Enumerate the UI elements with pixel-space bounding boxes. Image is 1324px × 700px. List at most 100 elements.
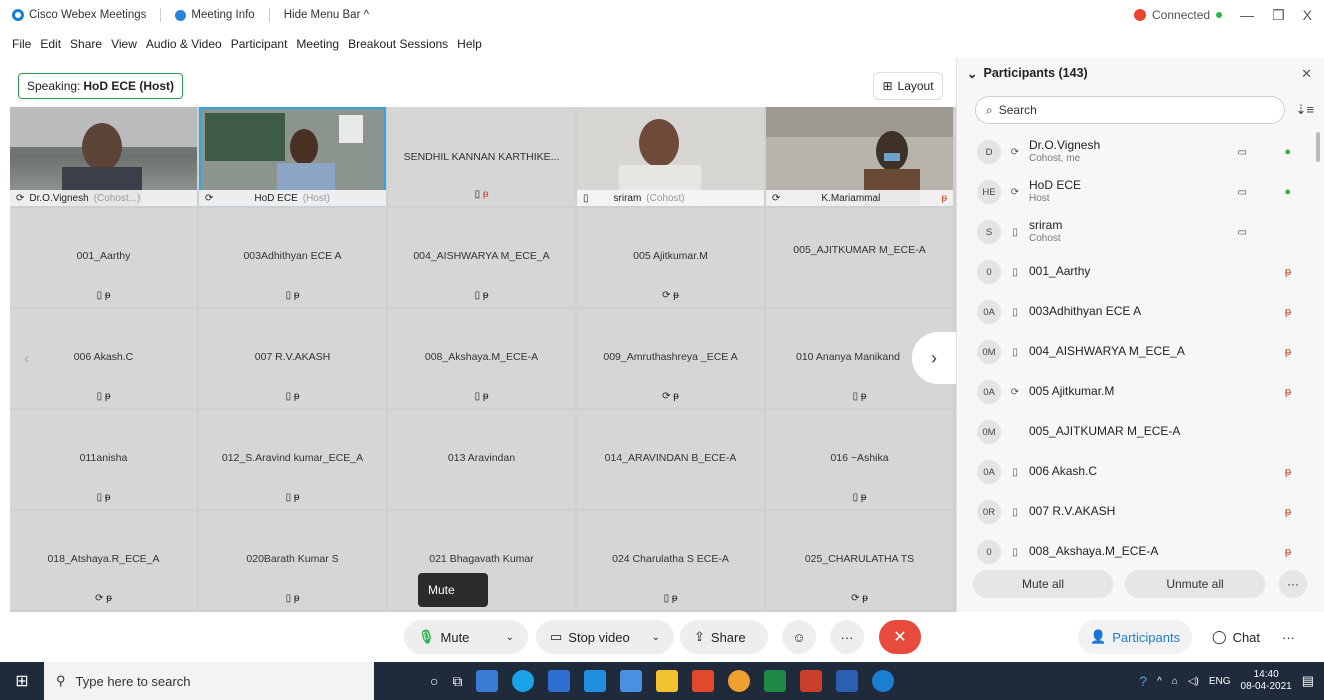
tile-participant[interactable]: 012_S.Aravind kumar_ECE_A ▯ ᵽ: [199, 410, 386, 509]
chevron-up-icon[interactable]: ^: [1157, 676, 1162, 687]
panel-more-button[interactable]: ···: [1279, 570, 1307, 598]
volume-icon[interactable]: ◁): [1188, 676, 1199, 687]
participant-row[interactable]: 0 ▯ 008_Akshaya.M_ECE-A ᵽ: [957, 532, 1317, 572]
tile-participant[interactable]: 007 R.V.AKASH ▯ ᵽ: [199, 309, 386, 408]
office-icon[interactable]: [692, 670, 715, 692]
end-meeting-button[interactable]: ✕: [879, 620, 921, 654]
participant-row[interactable]: 0R ▯ 007 R.V.AKASH ᵽ: [957, 492, 1317, 532]
tile-participant[interactable]: 020Barath Kumar S ▯ ᵽ: [199, 511, 386, 610]
tile-participant[interactable]: 003Adhithyan ECE A ▯ ᵽ: [199, 208, 386, 307]
more-options-button[interactable]: ···: [830, 620, 864, 654]
help-icon[interactable]: ?: [1139, 673, 1147, 689]
tile-participant[interactable]: 024 Charulatha S ECE-A ▯ ᵽ: [577, 511, 764, 610]
tile-sendhil[interactable]: SENDHIL KANNAN KARTHIKE... ▯ ᵽ: [388, 107, 575, 206]
tile-participant[interactable]: 011anisha ▯ ᵽ: [10, 410, 197, 509]
tile-participant[interactable]: 005 Ajitkumar.M ⟳ ᵽ: [577, 208, 764, 307]
video-tile-hod-ece[interactable]: ⟳ HoD ECE (Host): [199, 107, 386, 206]
close-button[interactable]: X: [1303, 7, 1312, 23]
excel-icon[interactable]: [764, 670, 787, 692]
video-tile-mariammal[interactable]: ⟳ K.Mariammal ᵽ: [766, 107, 953, 206]
participant-row[interactable]: 0M ▯ 004_AISHWARYA M_ECE_A ᵽ: [957, 332, 1317, 372]
menu-edit[interactable]: Edit: [40, 37, 61, 51]
taskbar-search-input[interactable]: ⚲ Type here to search: [44, 662, 374, 700]
mic-off-icon[interactable]: ᵽ: [1285, 266, 1291, 278]
tile-participant[interactable]: 014_ARAVINDAN B_ECE-A: [577, 410, 764, 509]
mic-off-icon[interactable]: ᵽ: [1285, 346, 1291, 358]
powerpoint-icon[interactable]: [800, 670, 823, 692]
mic-off-icon[interactable]: ᵽ: [1285, 506, 1291, 518]
mic-off-icon[interactable]: ᵽ: [1285, 546, 1291, 558]
mic-off-icon[interactable]: ᵽ: [1285, 466, 1291, 478]
menu-file[interactable]: File: [12, 37, 31, 51]
stop-video-button[interactable]: ▭ Stop video ⌄: [536, 620, 674, 654]
tile-participant[interactable]: 006 Akash.C ▯ ᵽ: [10, 309, 197, 408]
previous-page-chevron-icon[interactable]: ‹: [24, 350, 29, 368]
participant-row[interactable]: D ⟳ Dr.O.Vignesh Cohost, me ▭ ●: [957, 132, 1317, 172]
tile-participant[interactable]: 025_CHARULATHA TS ⟳ ᵽ: [766, 511, 953, 610]
panel-close-button[interactable]: ✕: [1301, 66, 1312, 82]
edge-icon[interactable]: [512, 670, 535, 692]
store-icon[interactable]: [548, 670, 571, 692]
mic-off-icon[interactable]: ᵽ: [1285, 306, 1291, 318]
mail-icon[interactable]: [584, 670, 607, 692]
language-indicator[interactable]: ENG: [1209, 676, 1231, 687]
mic-on-icon[interactable]: ●: [1284, 186, 1291, 198]
lightning-app-icon[interactable]: [656, 670, 679, 692]
meeting-info-button[interactable]: Meeting Info: [175, 9, 255, 21]
task-view-icon[interactable]: ⧉: [452, 673, 462, 690]
network-icon[interactable]: ⌂: [1172, 676, 1178, 687]
dropbox-icon[interactable]: [620, 670, 643, 692]
tile-participant[interactable]: 013 Aravindan: [388, 410, 575, 509]
minimize-button[interactable]: —: [1240, 7, 1254, 23]
tile-participant[interactable]: 016 ~Ashika ▯ ᵽ: [766, 410, 953, 509]
video-tile-dr-vignesh[interactable]: ⟳ Dr.O.Vignesh (Cohost...): [10, 107, 197, 206]
video-tile-sriram[interactable]: ▯ sriram (Cohost): [577, 107, 764, 206]
tile-participant[interactable]: 018_Atshaya.R_ECE_A ⟳ ᵽ: [10, 511, 197, 610]
participant-row[interactable]: HE ⟳ HoD ECE Host ▭ ●: [957, 172, 1317, 212]
menu-share[interactable]: Share: [70, 37, 102, 51]
app-icon-1[interactable]: [476, 670, 499, 692]
tile-participant[interactable]: 004_AISHWARYA M_ECE_A ▯ ᵽ: [388, 208, 575, 307]
participant-row[interactable]: S ▯ sriram Cohost ▭: [957, 212, 1317, 252]
chevron-down-icon[interactable]: ⌄: [506, 632, 514, 643]
next-page-button[interactable]: ›: [912, 332, 956, 384]
tile-participant[interactable]: 005_AJITKUMAR M_ECE-A: [766, 208, 953, 307]
chat-button[interactable]: ◯ Chat: [1200, 620, 1272, 654]
word-icon[interactable]: [836, 670, 859, 692]
cortana-icon[interactable]: ○: [430, 673, 438, 689]
participant-row[interactable]: 0 ▯ 001_Aarthy ᵽ: [957, 252, 1317, 292]
mic-on-icon[interactable]: ●: [1284, 146, 1291, 158]
more-panels-button[interactable]: ···: [1270, 620, 1307, 654]
participant-row[interactable]: 0A ⟳ 005 Ajitkumar.M ᵽ: [957, 372, 1317, 412]
participants-button[interactable]: 👤 Participants: [1078, 620, 1193, 654]
chevron-down-icon[interactable]: ⌄: [652, 632, 660, 643]
share-button[interactable]: ⇪ Share: [680, 620, 768, 654]
menu-audio-video[interactable]: Audio & Video: [146, 37, 222, 51]
menu-meeting[interactable]: Meeting: [296, 37, 339, 51]
reactions-button[interactable]: ☺: [782, 620, 816, 654]
chrome-icon[interactable]: [728, 670, 751, 692]
mic-off-icon[interactable]: ᵽ: [1285, 386, 1291, 398]
sort-icon[interactable]: ⇣≡: [1296, 102, 1314, 118]
mute-button[interactable]: 🎙 Mute ⌄: [404, 620, 528, 654]
participant-row[interactable]: 0M 005_AJITKUMAR M_ECE-A: [957, 412, 1317, 452]
mute-all-button[interactable]: Mute all: [973, 570, 1113, 598]
tile-participant[interactable]: 009_Amruthashreya _ECE A ⟳ ᵽ: [577, 309, 764, 408]
notifications-icon[interactable]: ▤: [1302, 673, 1314, 689]
unmute-all-button[interactable]: Unmute all: [1125, 570, 1265, 598]
menu-view[interactable]: View: [111, 37, 137, 51]
hide-menu-bar-button[interactable]: Hide Menu Bar ^: [284, 9, 369, 21]
menu-breakout-sessions[interactable]: Breakout Sessions: [348, 37, 448, 51]
collapse-chevron-icon[interactable]: ⌄: [967, 66, 977, 81]
tile-participant[interactable]: 001_Aarthy ▯ ᵽ: [10, 208, 197, 307]
menu-help[interactable]: Help: [457, 37, 482, 51]
webex-taskbar-icon[interactable]: [872, 670, 895, 692]
clock[interactable]: 14:40 08-04-2021: [1241, 669, 1292, 694]
tile-participant[interactable]: 008_Akshaya.M_ECE-A ▯ ᵽ: [388, 309, 575, 408]
menu-participant[interactable]: Participant: [231, 37, 288, 51]
participant-row[interactable]: 0A ▯ 006 Akash.C ᵽ: [957, 452, 1317, 492]
maximize-button[interactable]: ❐: [1272, 7, 1285, 24]
layout-button[interactable]: ⊞ Layout: [873, 72, 943, 100]
participant-search-input[interactable]: ⌕ Search: [975, 96, 1285, 124]
windows-start-icon[interactable]: ⊞: [0, 662, 44, 700]
